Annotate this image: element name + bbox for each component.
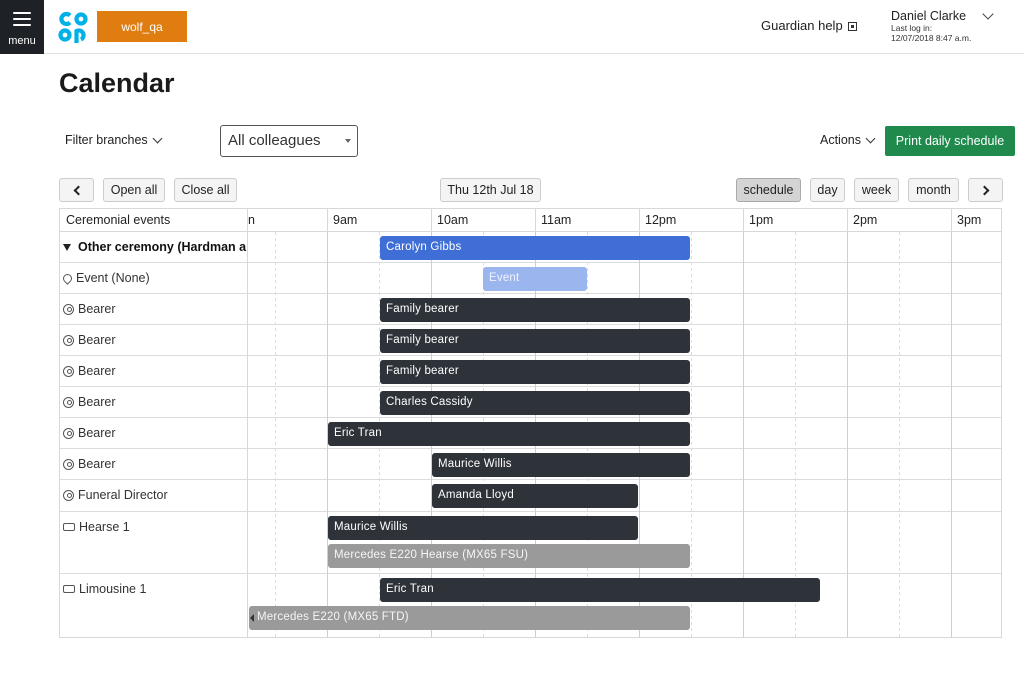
last-login-label: Last log in: — [891, 23, 933, 33]
time-header: n 9am 10am 11am 12pm 1pm 2pm 3pm — [248, 209, 1001, 232]
filter-branches-dropdown[interactable]: Filter branches — [65, 133, 163, 147]
event-bar[interactable]: Mercedes E220 (MX65 FTD) — [249, 606, 690, 630]
event-bar[interactable]: Family bearer — [380, 298, 690, 322]
time-label: 11am — [541, 213, 572, 227]
grid-line — [899, 232, 900, 637]
event-bar[interactable]: Family bearer — [380, 329, 690, 353]
print-daily-schedule-button[interactable]: Print daily schedule — [885, 126, 1015, 156]
continues-left-icon — [250, 614, 254, 622]
event-bar[interactable]: Carolyn Gibbs — [380, 236, 690, 260]
chevron-right-icon — [979, 185, 989, 195]
user-menu[interactable]: Daniel Clarke Last log in: 12/07/2018 8:… — [891, 8, 1016, 49]
grid-line — [847, 232, 848, 637]
user-name: Daniel Clarke — [891, 9, 967, 23]
tenant-badge[interactable]: wolf_qa — [97, 11, 187, 42]
hamburger-icon — [13, 12, 31, 26]
page-title: Calendar — [59, 68, 175, 98]
last-login-value: 12/07/2018 8:47 a.m. — [891, 33, 972, 43]
time-label: 3pm — [957, 213, 982, 227]
event-bar[interactable]: Maurice Willis — [328, 516, 638, 540]
menu-label: menu — [8, 35, 36, 47]
next-button[interactable] — [968, 178, 1003, 202]
previous-button[interactable] — [59, 178, 94, 202]
event-bar[interactable]: Amanda Lloyd — [432, 484, 638, 508]
coop-logo — [58, 11, 88, 43]
colleague-select-value: All colleagues — [228, 132, 321, 149]
view-schedule-button[interactable]: schedule — [736, 178, 801, 202]
time-label: 1pm — [749, 213, 774, 227]
view-week-button[interactable]: week — [854, 178, 899, 202]
time-label: 12pm — [645, 213, 677, 227]
event-bar[interactable]: Event — [483, 267, 587, 291]
view-day-button[interactable]: day — [810, 178, 845, 202]
resource-header: Ceremonial events — [60, 209, 248, 232]
calendar-grid: Other ceremony (Hardman and Event (None)… — [59, 208, 1002, 638]
event-label: Mercedes E220 (MX65 FTD) — [257, 611, 409, 623]
event-bar[interactable]: Family bearer — [380, 360, 690, 384]
chevron-down-icon — [152, 133, 163, 143]
help-label: Guardian help — [761, 18, 843, 33]
filter-branches-label: Filter branches — [65, 133, 148, 147]
colleague-select[interactable]: All colleagues — [220, 125, 358, 157]
time-label: n — [248, 213, 255, 227]
grid-line — [275, 232, 276, 637]
select-arrow-icon — [345, 139, 351, 143]
chevron-down-icon — [865, 133, 876, 143]
top-bar: menu wolf_qa Guardian help Daniel Clarke… — [0, 0, 1024, 54]
external-link-icon — [847, 22, 857, 31]
guardian-help-link[interactable]: Guardian help — [761, 18, 857, 33]
grid-line — [951, 232, 952, 637]
actions-label: Actions — [820, 133, 861, 147]
menu-button[interactable]: menu — [0, 0, 44, 54]
time-label: 9am — [333, 213, 358, 227]
event-bar[interactable]: Charles Cassidy — [380, 391, 690, 415]
resource-column — [60, 232, 248, 637]
event-bar[interactable]: Mercedes E220 Hearse (MX65 FSU) — [328, 544, 690, 568]
view-month-button[interactable]: month — [908, 178, 959, 202]
time-label: 10am — [437, 213, 469, 227]
event-bar[interactable]: Eric Tran — [380, 578, 820, 602]
close-all-button[interactable]: Close all — [174, 178, 237, 202]
event-bar[interactable]: Eric Tran — [328, 422, 690, 446]
time-label: 2pm — [853, 213, 878, 227]
date-picker-button[interactable]: Thu 12th Jul 18 — [440, 178, 541, 202]
event-bar[interactable]: Maurice Willis — [432, 453, 690, 477]
open-all-button[interactable]: Open all — [103, 178, 165, 202]
actions-dropdown[interactable]: Actions — [820, 133, 876, 147]
chevron-left-icon — [73, 185, 83, 195]
